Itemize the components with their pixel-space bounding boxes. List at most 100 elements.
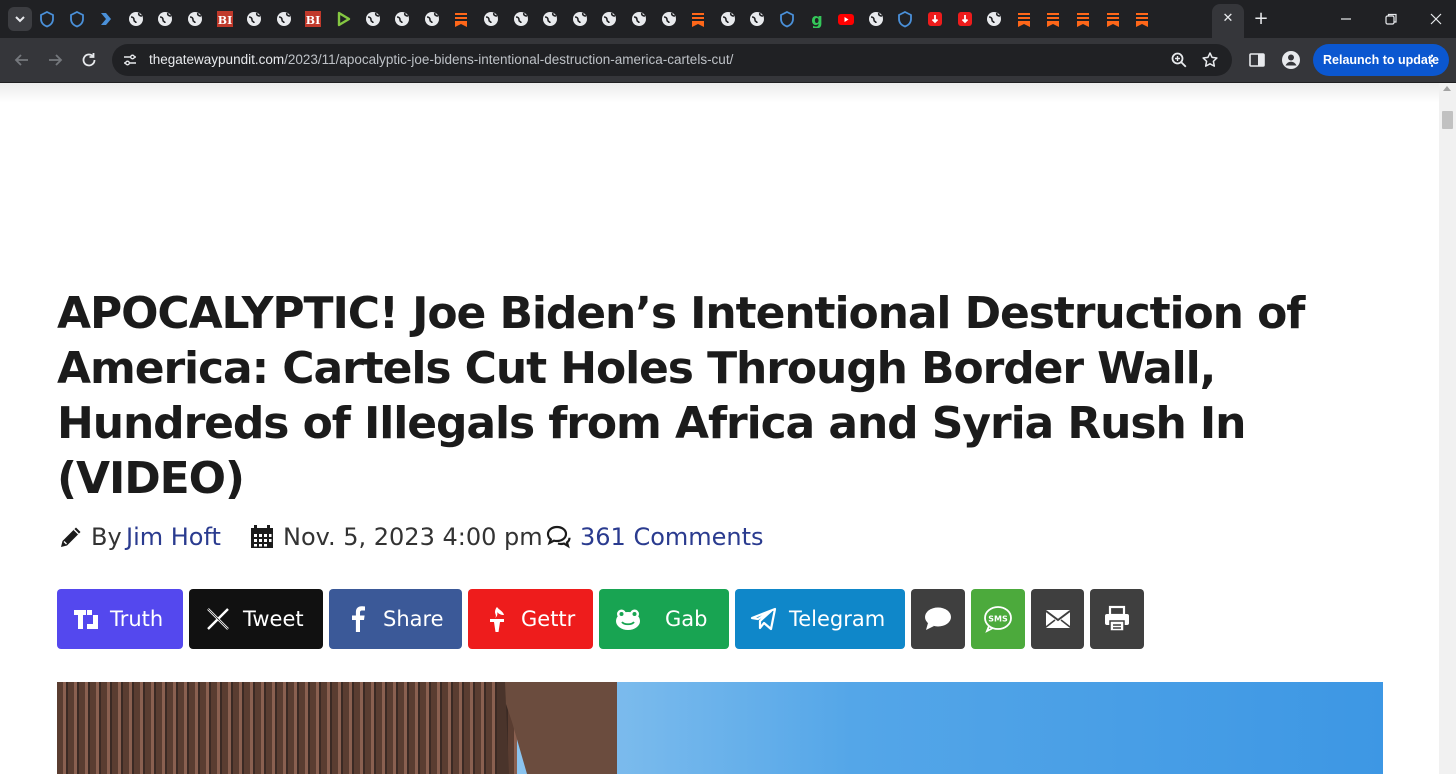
tab-favicon-rumble-icon[interactable] (334, 10, 352, 28)
arrow-left-icon (14, 54, 28, 66)
reload-icon (82, 53, 96, 67)
comment-bubble-icon (925, 607, 951, 630)
tab-favicon-bi-icon[interactable]: BI (304, 10, 322, 28)
share-x-button[interactable]: Tweet (189, 589, 323, 649)
profile-avatar-icon[interactable] (1281, 50, 1301, 70)
tab-favicon-globe-icon[interactable] (393, 10, 411, 28)
tab-favicon-shield-icon[interactable] (38, 10, 56, 28)
share-gettr-button[interactable]: Gettr (468, 589, 593, 649)
share-x-label: Tweet (243, 607, 304, 631)
share-telegram-button[interactable]: Telegram (735, 589, 905, 649)
vertical-scrollbar[interactable] (1439, 83, 1456, 774)
relaunch-label: Relaunch to update (1323, 53, 1439, 67)
close-tab-button[interactable]: ✕ (1221, 12, 1235, 26)
share-gettr-label: Gettr (521, 607, 576, 631)
svg-text:g: g (811, 10, 822, 28)
calendar-icon (251, 525, 273, 548)
address-bar[interactable]: thegatewaypundit.com/2023/11/apocalyptic… (112, 44, 1232, 76)
close-window-button[interactable] (1426, 9, 1446, 29)
active-tab[interactable]: ✕ (1212, 4, 1244, 38)
tab-favicon-globe-icon[interactable] (867, 10, 885, 28)
border-wall-edge (497, 682, 617, 774)
tab-favicon-substack-icon[interactable] (1074, 10, 1092, 28)
share-truth-social-label: Truth (110, 607, 164, 631)
tab-favicon-substack-icon[interactable] (1044, 10, 1062, 28)
tab-favicon-play-icon[interactable] (97, 10, 115, 28)
tab-favicon-globe-icon[interactable] (985, 10, 1003, 28)
tab-favicon-globe-icon[interactable] (630, 10, 648, 28)
facebook-icon (352, 606, 365, 632)
telegram-icon (750, 607, 777, 631)
reload-button[interactable] (79, 50, 99, 70)
scroll-up-arrow[interactable] (1443, 86, 1451, 91)
restore-button[interactable] (1381, 9, 1401, 29)
restore-icon (1385, 13, 1397, 25)
tab-favicon-globe-icon[interactable] (719, 10, 737, 28)
tab-favicon-substack-icon[interactable] (1133, 10, 1151, 28)
tab-favicon-globe-icon[interactable] (541, 10, 559, 28)
tab-favicon-youtube-icon[interactable] (837, 10, 855, 28)
side-panel-icon[interactable] (1247, 50, 1267, 70)
relaunch-to-update-button[interactable]: Relaunch to update ⋮ (1313, 44, 1449, 76)
tab-strip: BI BI g ✕ + (0, 0, 1456, 38)
new-tab-button[interactable]: + (1251, 9, 1271, 29)
tab-favicon-globe-icon[interactable] (600, 10, 618, 28)
sms-icon: SMS (984, 606, 1012, 633)
share-print-button[interactable] (1090, 589, 1144, 649)
share-truth-social-button[interactable]: Truth (57, 589, 183, 649)
page-top-shadow (0, 83, 1439, 103)
tab-favicon-globe-icon[interactable] (364, 10, 382, 28)
print-icon (1105, 605, 1129, 632)
tab-favicon-gettr-icon[interactable]: g (808, 10, 826, 28)
share-email-button[interactable] (1031, 589, 1084, 649)
site-settings-icon[interactable] (122, 52, 138, 68)
minimize-button[interactable] (1336, 9, 1356, 29)
close-icon (1430, 13, 1442, 25)
scroll-thumb[interactable] (1442, 111, 1453, 129)
back-button[interactable] (12, 50, 32, 70)
share-sms-button[interactable]: SMS (971, 589, 1025, 649)
more-menu-icon[interactable]: ⋮ (1425, 44, 1439, 76)
tab-favicon-shield-icon[interactable] (778, 10, 796, 28)
comments-link[interactable]: 361 Comments (580, 519, 764, 555)
tab-favicon-globe-icon[interactable] (245, 10, 263, 28)
tab-favicon-substack-icon[interactable] (1104, 10, 1122, 28)
article-hero-image (57, 682, 1383, 774)
url-path: /2023/11/apocalyptic-joe-bidens-intentio… (284, 52, 734, 67)
forward-button[interactable] (45, 50, 65, 70)
tab-favicon-shield-icon[interactable] (68, 10, 86, 28)
tab-favicon-globe-icon[interactable] (512, 10, 530, 28)
url-text[interactable]: thegatewaypundit.com/2023/11/apocalyptic… (149, 44, 733, 76)
tab-favicon-globe-icon[interactable] (748, 10, 766, 28)
web-page: APOCALYPTIC! Joe Biden’s Intentional Des… (0, 83, 1439, 774)
share-comment-bubble-button[interactable] (911, 589, 965, 649)
tab-favicon-globe-icon[interactable] (482, 10, 500, 28)
zoom-icon[interactable] (1170, 51, 1188, 69)
pencil-icon (61, 527, 81, 547)
tab-favicon-globe-icon[interactable] (186, 10, 204, 28)
minimize-icon (1341, 18, 1351, 20)
comments-icon (546, 525, 571, 549)
bookmark-star-icon[interactable] (1201, 51, 1219, 69)
x-icon (207, 608, 229, 630)
tab-favicon-globe-icon[interactable] (275, 10, 293, 28)
tab-favicon-bi-icon[interactable]: BI (216, 10, 234, 28)
tab-favicon-globe-icon[interactable] (423, 10, 441, 28)
tab-favicon-globe-icon[interactable] (660, 10, 678, 28)
share-telegram-label: Telegram (789, 607, 886, 631)
truth-social-icon (74, 610, 98, 629)
tab-favicon-globe-icon[interactable] (571, 10, 589, 28)
tab-favicon-globe-icon[interactable] (127, 10, 145, 28)
author-link[interactable]: Jim Hoft (126, 519, 221, 555)
url-host: thegatewaypundit.com (149, 52, 285, 67)
tab-favicon-substack-icon[interactable] (689, 10, 707, 28)
tab-favicon-substack-icon[interactable] (452, 10, 470, 28)
tab-favicon-gettr-red-icon[interactable] (956, 10, 974, 28)
share-facebook-button[interactable]: Share (329, 589, 462, 649)
share-gab-button[interactable]: Gab (599, 589, 729, 649)
tab-favicon-substack-icon[interactable] (1015, 10, 1033, 28)
tab-search-button[interactable] (8, 7, 32, 31)
tab-favicon-globe-icon[interactable] (156, 10, 174, 28)
tab-favicon-shield-icon[interactable] (896, 10, 914, 28)
tab-favicon-gettr-red-icon[interactable] (926, 10, 944, 28)
